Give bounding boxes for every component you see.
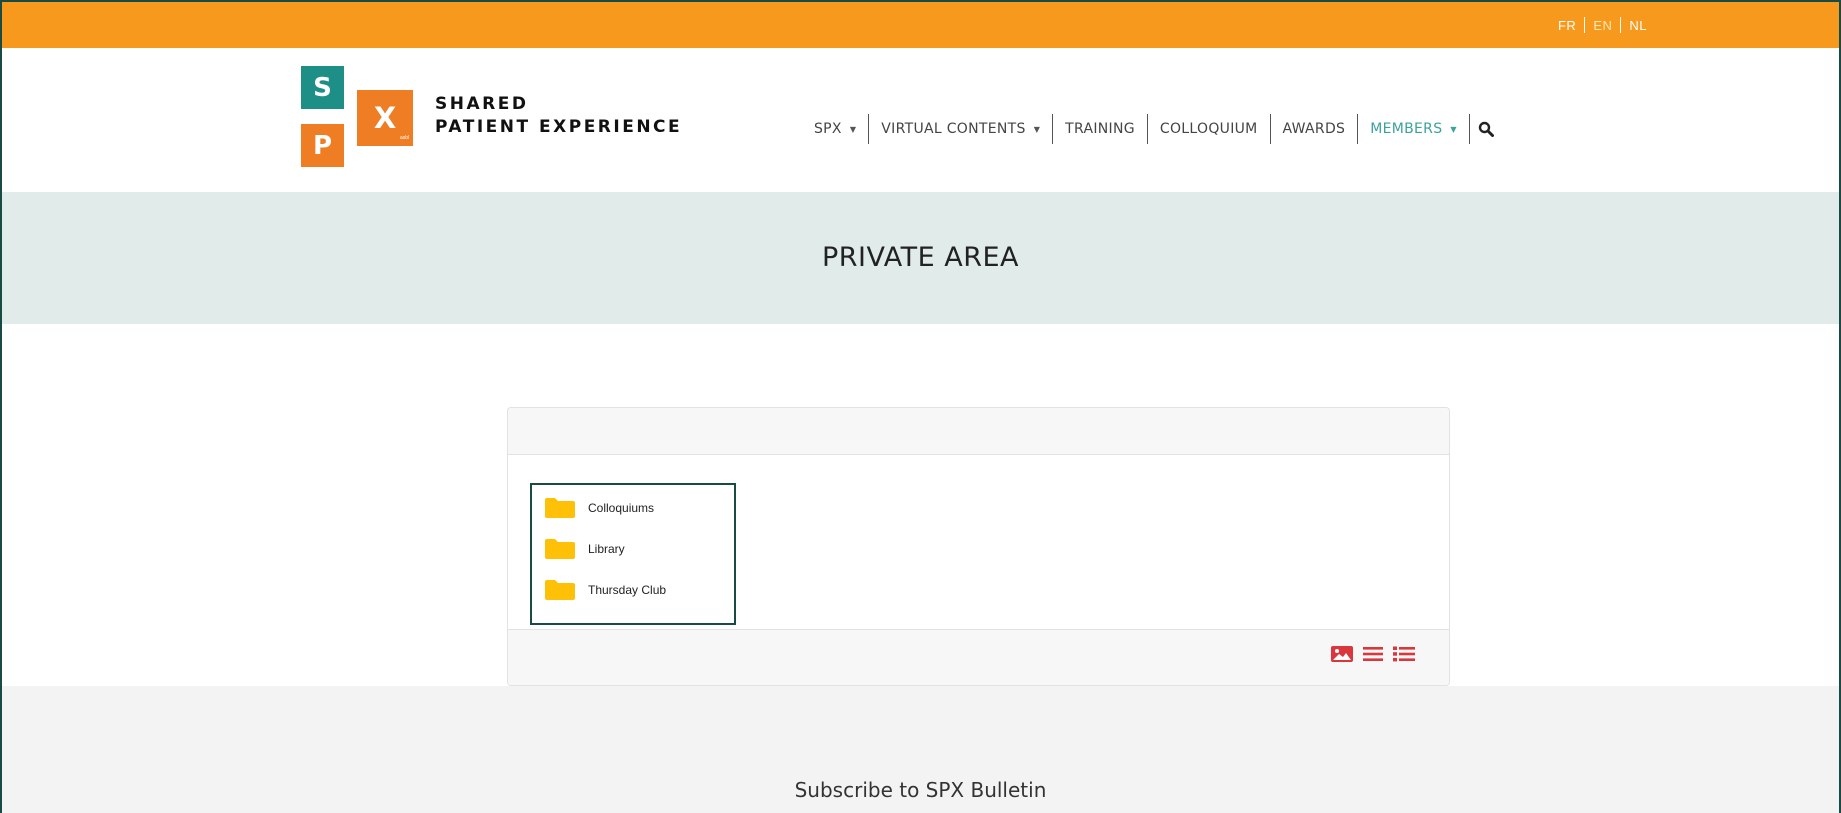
nav-label: AWARDS bbox=[1282, 121, 1346, 137]
search-icon bbox=[1478, 121, 1494, 137]
folder-list: Colloquiums Library Thursday Club bbox=[530, 483, 736, 625]
view-mode-toolbar bbox=[1331, 645, 1415, 663]
page-banner: PRIVATE AREA bbox=[2, 192, 1839, 324]
nav-label: MEMBERS bbox=[1370, 121, 1443, 137]
nav-item-virtual-contents[interactable]: VIRTUAL CONTENTS ▼ bbox=[869, 112, 1052, 146]
top-bar: FR EN NL bbox=[2, 2, 1839, 48]
caret-down-icon: ▼ bbox=[1450, 124, 1457, 134]
file-browser-panel: Colloquiums Library Thursday Club bbox=[507, 407, 1450, 686]
brand-line-1: SHARED bbox=[435, 94, 529, 114]
folder-item-thursday-club[interactable]: Thursday Club bbox=[545, 579, 666, 601]
folder-icon bbox=[545, 580, 575, 600]
divider bbox=[1620, 17, 1622, 33]
folder-item-library[interactable]: Library bbox=[545, 538, 625, 560]
lang-nl[interactable]: NL bbox=[1629, 18, 1647, 33]
caret-down-icon: ▼ bbox=[849, 124, 857, 134]
logo-small-text: asbl bbox=[400, 135, 410, 141]
page-title: PRIVATE AREA bbox=[821, 242, 1020, 273]
search-button[interactable] bbox=[1470, 112, 1506, 146]
nav-label: TRAINING bbox=[1065, 121, 1135, 137]
caret-down-icon: ▼ bbox=[1033, 124, 1041, 134]
folder-name: Colloquiums bbox=[588, 501, 655, 515]
nav-item-colloquium[interactable]: COLLOQUIUM bbox=[1148, 112, 1270, 146]
brand-line-2: PATIENT EXPERIENCE bbox=[435, 117, 683, 137]
main-nav: SPX ▼ VIRTUAL CONTENTS ▼ TRAINING COLLOQ… bbox=[814, 112, 1506, 146]
folder-icon bbox=[545, 498, 575, 518]
footer: Subscribe to SPX Bulletin bbox=[2, 686, 1839, 813]
image-view-icon[interactable] bbox=[1331, 645, 1353, 663]
nav-label: COLLOQUIUM bbox=[1159, 121, 1258, 137]
language-switcher: FR EN NL bbox=[1558, 17, 1647, 33]
nav-item-spx[interactable]: SPX ▼ bbox=[814, 112, 868, 146]
nav-item-awards[interactable]: AWARDS bbox=[1271, 112, 1358, 146]
panel-footer bbox=[508, 629, 1449, 685]
logo-letter-s: S bbox=[301, 66, 344, 109]
nav-item-members[interactable]: MEMBERS ▼ bbox=[1358, 112, 1469, 146]
brand-name: SHARED PATIENT EXPERIENCE bbox=[435, 93, 682, 139]
list-view-icon[interactable] bbox=[1363, 645, 1383, 663]
folder-name: Thursday Club bbox=[588, 583, 667, 597]
nav-label: VIRTUAL CONTENTS bbox=[881, 121, 1026, 137]
nav-item-training[interactable]: TRAINING bbox=[1053, 112, 1147, 146]
folder-item-colloquiums[interactable]: Colloquiums bbox=[545, 497, 654, 519]
folder-icon bbox=[545, 539, 575, 559]
folder-name: Library bbox=[588, 542, 625, 556]
divider bbox=[1584, 17, 1586, 33]
logo-letter-p: P bbox=[301, 124, 344, 167]
header: S X asbl P SHARED PATIENT EXPERIENCE SPX… bbox=[2, 48, 1839, 192]
detailed-list-view-icon[interactable] bbox=[1393, 645, 1415, 663]
subscribe-heading[interactable]: Subscribe to SPX Bulletin bbox=[2, 778, 1839, 802]
nav-label: SPX bbox=[814, 121, 842, 137]
panel-header bbox=[508, 408, 1449, 455]
lang-en[interactable]: EN bbox=[1593, 18, 1612, 33]
page-frame: FR EN NL S X asbl P SHARED PATIENT EXPER… bbox=[0, 0, 1841, 813]
lang-fr[interactable]: FR bbox=[1558, 18, 1576, 33]
